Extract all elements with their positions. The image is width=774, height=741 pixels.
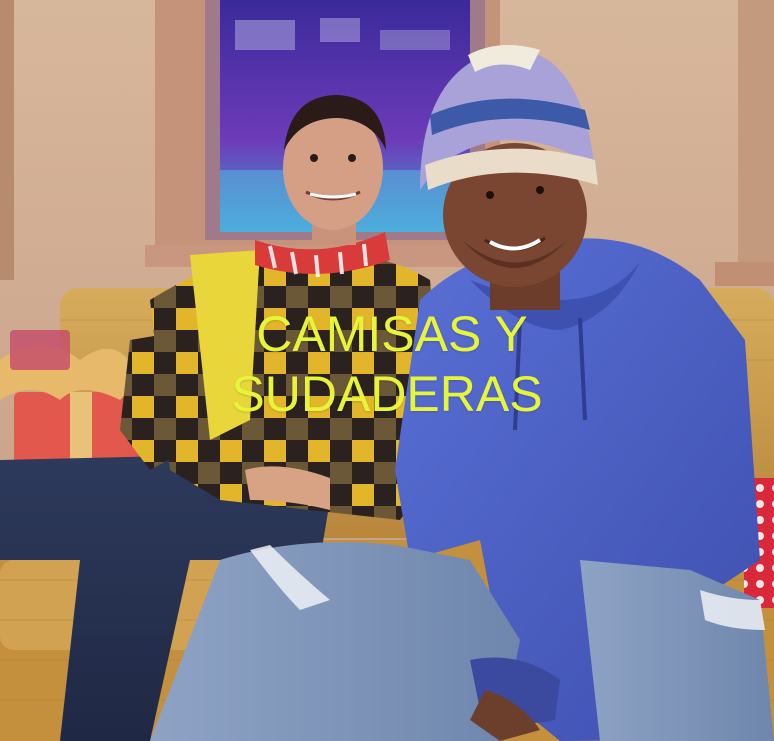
headline: CAMISAS Y SUDADERAS bbox=[0, 304, 774, 424]
headline-line-2: SUDADERAS bbox=[231, 366, 543, 422]
promo-banner[interactable]: CAMISAS Y SUDADERAS bbox=[0, 0, 774, 741]
headline-line-1: CAMISAS Y bbox=[256, 306, 528, 362]
